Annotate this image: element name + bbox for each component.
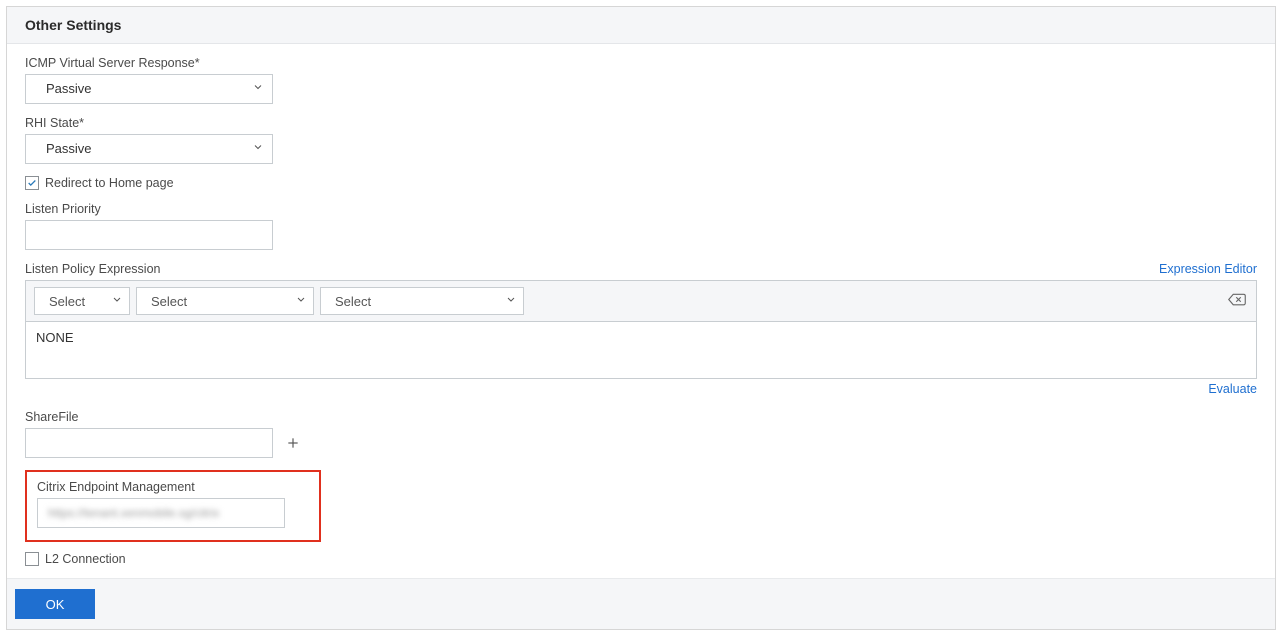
expression-editor-link[interactable]: Expression Editor [1159,262,1257,276]
listen-priority-input[interactable] [25,220,273,250]
expr-select-1[interactable]: Select [34,287,130,315]
redirect-checkbox-row: Redirect to Home page [25,176,1257,190]
redirect-checkbox[interactable] [25,176,39,190]
panel-body: ICMP Virtual Server Response* Passive RH… [7,44,1275,578]
listen-policy-label: Listen Policy Expression [25,262,160,276]
expression-body[interactable]: NONE [26,322,1256,378]
chevron-down-icon [295,294,307,309]
rhi-select[interactable]: Passive [25,134,273,164]
sharefile-field: ShareFile [25,410,1257,458]
rhi-field: RHI State* Passive [25,116,1257,164]
icmp-select[interactable]: Passive [25,74,273,104]
l2-checkbox[interactable] [25,552,39,566]
other-settings-panel: Other Settings ICMP Virtual Server Respo… [6,6,1276,630]
chevron-down-icon [252,75,264,103]
panel-footer: OK [7,578,1275,629]
chevron-down-icon [505,294,517,309]
cem-label: Citrix Endpoint Management [37,480,309,494]
plus-icon[interactable] [283,433,303,453]
expression-toolbar: Select Select Select [26,281,1256,322]
chevron-down-icon [252,135,264,163]
expr-select-1-value: Select [49,294,85,309]
sharefile-label: ShareFile [25,410,1257,424]
expression-block: Select Select Select [25,280,1257,379]
ok-button[interactable]: OK [15,589,95,619]
l2-label: L2 Connection [45,552,126,566]
evaluate-link[interactable]: Evaluate [1208,382,1257,396]
listen-priority-field: Listen Priority [25,202,1257,250]
sharefile-row [25,428,1257,458]
listen-policy-header-row: Listen Policy Expression Expression Edit… [25,262,1257,276]
icmp-select-value: Passive [46,81,92,96]
evaluate-row: Evaluate [25,381,1257,396]
cem-input[interactable]: https://tenant.xenmobile.sg/citrix [37,498,285,528]
icmp-field: ICMP Virtual Server Response* Passive [25,56,1257,104]
expr-select-3-value: Select [335,294,371,309]
l2-checkbox-row: L2 Connection [25,552,1257,566]
expr-select-2-value: Select [151,294,187,309]
redirect-label: Redirect to Home page [45,176,174,190]
panel-title: Other Settings [7,7,1275,44]
clear-icon[interactable] [1228,293,1246,310]
icmp-label: ICMP Virtual Server Response* [25,56,1257,70]
rhi-label: RHI State* [25,116,1257,130]
cem-highlight: Citrix Endpoint Management https://tenan… [25,470,321,542]
chevron-down-icon [111,294,123,309]
expr-select-3[interactable]: Select [320,287,524,315]
listen-priority-label: Listen Priority [25,202,1257,216]
rhi-select-value: Passive [46,141,92,156]
cem-value: https://tenant.xenmobile.sg/citrix [38,499,229,527]
sharefile-input[interactable] [25,428,273,458]
expr-select-2[interactable]: Select [136,287,314,315]
